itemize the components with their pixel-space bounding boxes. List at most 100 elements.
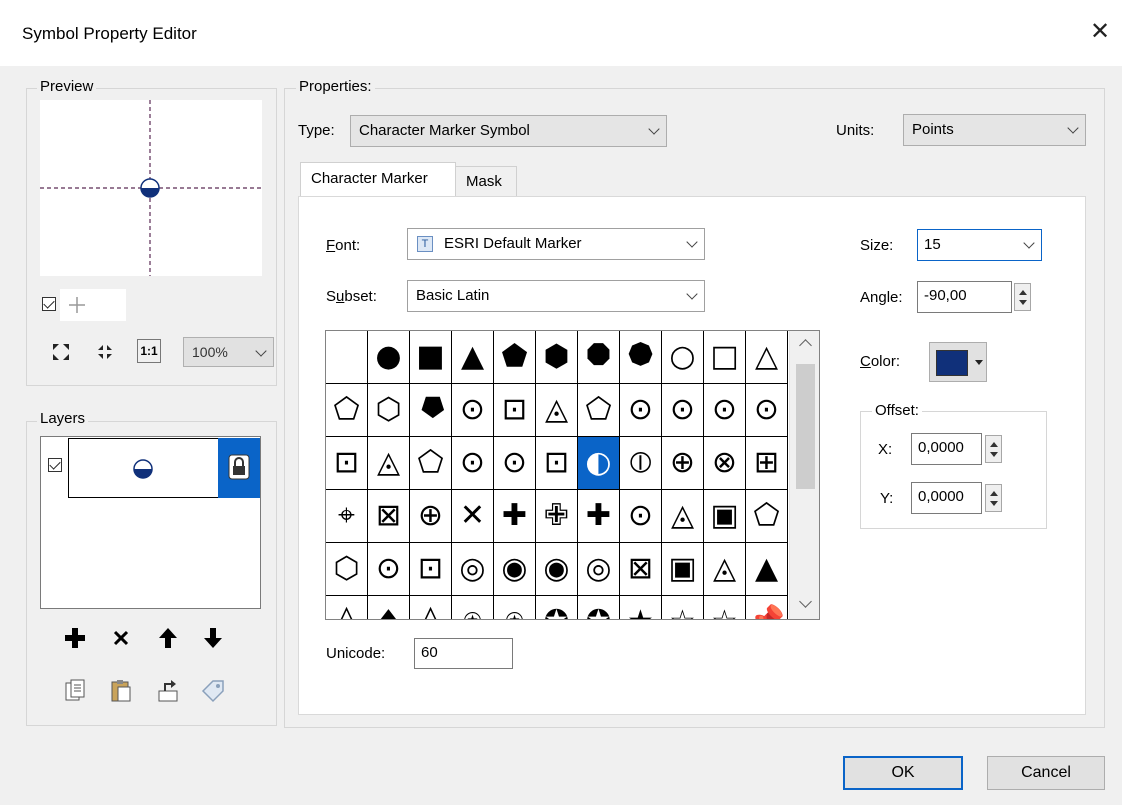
zoom-select[interactable]: 100% [183,337,274,367]
glyph-cell[interactable]: ▲ [452,331,494,384]
glyph-cell[interactable]: ⊡ [494,384,536,437]
scrollbar-thumb[interactable] [796,364,815,489]
offset-x-spinner[interactable] [985,435,1002,463]
delete-layer-icon[interactable] [108,625,134,651]
crosshair-icon[interactable] [60,289,126,321]
glyph-grid[interactable]: ● ■ ▲ ⬟ ⬢ ⯃ ⯄ ○ □ △ ⬠ ⬡ ⯂ ⊙ ⊡ ◬ ⬠ ⊙ ⊙ ⊙ ⊙ ⊡ ◬ ⬠ ⊙ ⊙ ⊡ ◐ ⦶ ⊕ ⊗ ⊞ ⌖ ⊠ ⊕ ✕ ✚ ✙ ✚ ⊙… [325,330,820,620]
glyph-cell[interactable]: ⬠ [746,490,788,543]
glyph-cell[interactable]: ⊡ [326,437,368,490]
layer-visible-checkbox[interactable] [48,458,62,472]
glyph-cell[interactable]: ■ [410,331,452,384]
glyph-cell[interactable]: ✙ [536,490,578,543]
zoom-to-fit-icon[interactable] [48,339,74,365]
tab-mask[interactable]: Mask [455,166,517,196]
glyph-cell[interactable]: ▣ [704,490,746,543]
glyph-cell[interactable]: ✚ [578,490,620,543]
move-down-icon[interactable] [200,625,226,651]
glyph-cell[interactable]: ⊙ [368,543,410,596]
glyph-cell[interactable]: ◊ [410,596,452,619]
move-up-icon[interactable] [155,625,181,651]
glyph-cell[interactable]: ⬟ [494,331,536,384]
glyph-cell[interactable] [326,331,368,384]
subset-select[interactable]: Basic Latin [407,280,705,312]
glyph-cell[interactable]: ✪ [578,596,620,619]
glyph-cell[interactable]: ⯄ [620,331,662,384]
glyph-cell[interactable]: ⊙ [452,437,494,490]
glyph-cell[interactable]: ⊙ [662,384,704,437]
add-layer-icon[interactable] [62,625,88,651]
glyph-cell[interactable]: ⯂ [410,384,452,437]
glyph-cell[interactable]: ⊙ [620,384,662,437]
color-picker[interactable] [929,342,987,382]
glyph-cell[interactable]: ⊠ [620,543,662,596]
offset-y-spinner[interactable] [985,484,1002,512]
glyph-cell[interactable]: ♦ [368,596,410,619]
glyph-cell[interactable]: ☆ [662,596,704,619]
scroll-up-icon[interactable] [799,339,812,352]
actual-size-icon[interactable]: 1:1 [137,339,161,363]
glyph-cell[interactable]: ● [368,331,410,384]
glyph-grid-scrollbar[interactable] [789,331,819,619]
glyph-cell[interactable]: ⊙ [704,384,746,437]
glyph-cell[interactable]: ⊙ [620,490,662,543]
preview-visible-checkbox[interactable] [42,297,56,311]
glyph-cell[interactable]: ⍟ [494,596,536,619]
glyph-cell[interactable]: ◎ [578,543,620,596]
size-select[interactable]: 15 [917,229,1042,261]
glyph-cell[interactable]: ⬠ [578,384,620,437]
glyph-cell[interactable]: ⊞ [746,437,788,490]
glyph-cell[interactable]: △ [746,331,788,384]
scroll-down-icon[interactable] [799,595,812,608]
glyph-cell[interactable]: ◊ [326,596,368,619]
layer-lock-cell[interactable] [218,438,260,498]
glyph-cell[interactable]: ▣ [662,543,704,596]
glyph-cell[interactable]: □ [704,331,746,384]
angle-spinner[interactable] [1014,283,1031,311]
glyph-cell[interactable]: ⬠ [410,437,452,490]
glyph-cell[interactable]: 📌 [746,596,788,619]
units-select[interactable]: Points [903,114,1086,146]
glyph-cell[interactable]: ◐ [578,437,620,490]
glyph-cell[interactable]: ◉ [494,543,536,596]
glyph-cell[interactable]: ⦶ [620,437,662,490]
glyph-cell[interactable]: ◬ [536,384,578,437]
cancel-button[interactable]: Cancel [987,756,1105,790]
copy-icon[interactable] [62,678,88,704]
glyph-cell[interactable]: ⬡ [368,384,410,437]
glyph-cell[interactable]: ⊡ [536,437,578,490]
glyph-cell[interactable]: ⊙ [494,437,536,490]
glyph-cell[interactable]: ✕ [452,490,494,543]
glyph-cell[interactable]: ⬡ [326,543,368,596]
close-icon[interactable]: ✕ [1086,18,1114,46]
glyph-cell[interactable]: ◬ [368,437,410,490]
glyph-cell[interactable]: ⊕ [410,490,452,543]
type-select[interactable]: Character Marker Symbol [350,115,667,147]
fit-extent-icon[interactable] [92,339,118,365]
glyph-cell[interactable]: ⬠ [326,384,368,437]
glyph-cell[interactable]: ★ [620,596,662,619]
angle-field[interactable]: -90,00 [917,281,1012,313]
glyph-cell[interactable]: ⊗ [704,437,746,490]
glyph-cell[interactable]: ⌖ [326,490,368,543]
tab-character-marker[interactable]: Character Marker [300,162,456,198]
glyph-cell[interactable]: ⊙ [746,384,788,437]
offset-y-field[interactable]: 0,0000 [911,482,982,514]
glyph-cell[interactable]: ⊕ [662,437,704,490]
glyph-cell[interactable]: ✚ [494,490,536,543]
glyph-cell[interactable]: ◎ [452,543,494,596]
tag-icon[interactable] [200,678,226,704]
glyph-cell[interactable]: ◬ [662,490,704,543]
offset-x-field[interactable]: 0,0000 [911,433,982,465]
reset-icon[interactable] [155,678,181,704]
glyph-cell[interactable]: ☆ [704,596,746,619]
glyph-cell[interactable]: ⬢ [536,331,578,384]
paste-icon[interactable] [108,678,134,704]
glyph-cell[interactable]: ⊙ [452,384,494,437]
glyph-cell[interactable]: ⍟ [452,596,494,619]
glyph-cell[interactable]: ⊡ [410,543,452,596]
glyph-cell[interactable]: ◉ [536,543,578,596]
glyph-cell[interactable]: ○ [662,331,704,384]
glyph-cell[interactable]: ⊠ [368,490,410,543]
ok-button[interactable]: OK [843,756,963,790]
glyph-cell[interactable]: ◬ [704,543,746,596]
